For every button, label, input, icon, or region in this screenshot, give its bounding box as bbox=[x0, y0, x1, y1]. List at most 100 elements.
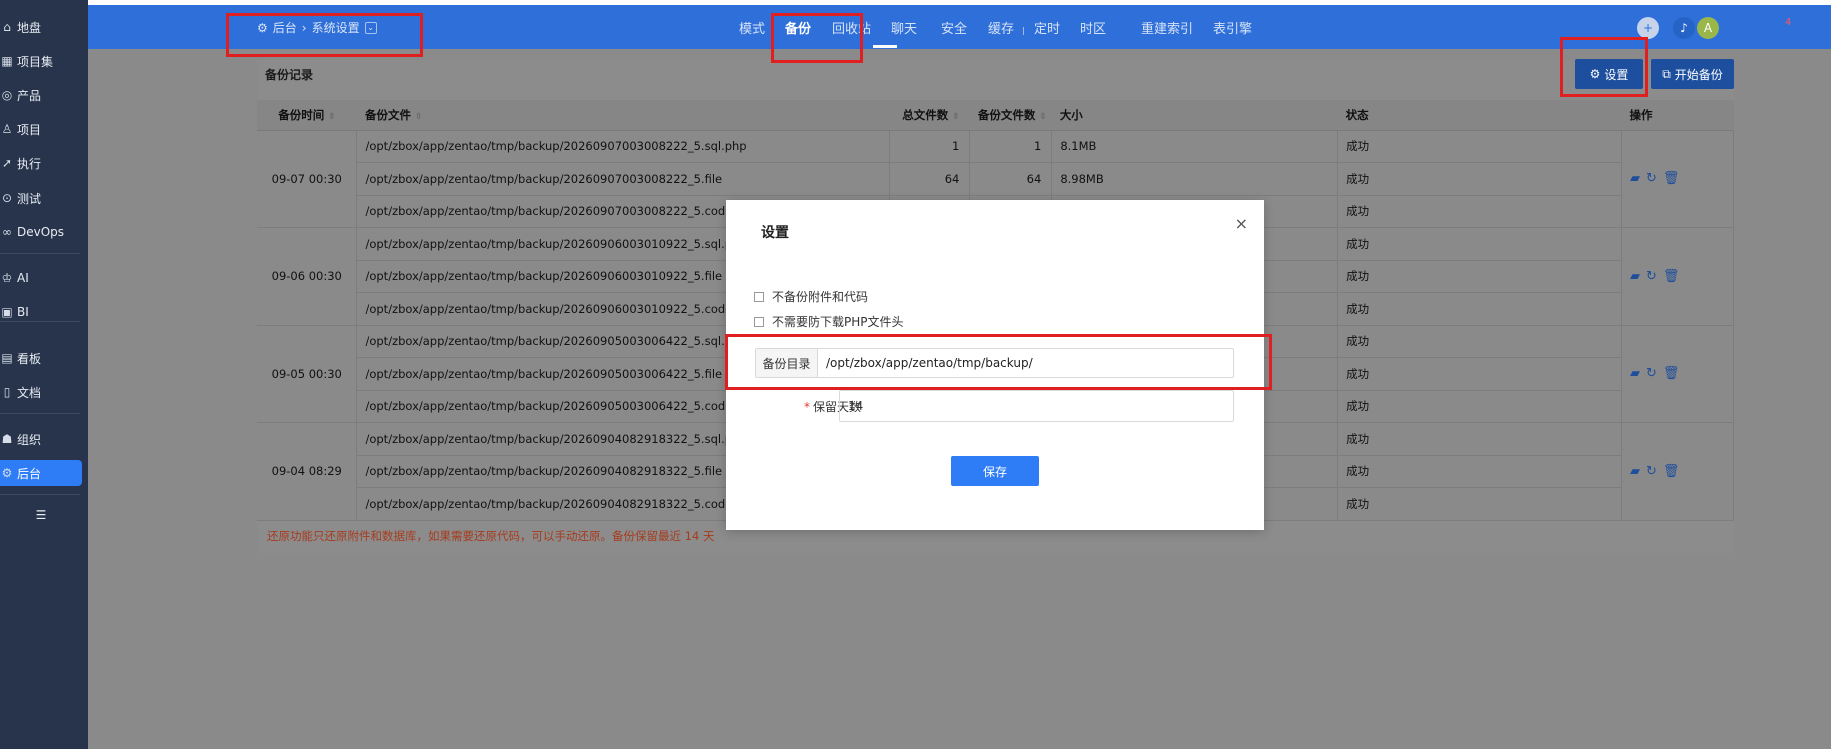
trash-icon[interactable]: 🗑 bbox=[1663, 464, 1680, 479]
sidebar-item-7[interactable]: ♔ AI bbox=[0, 265, 82, 291]
checkbox-label: 不需要防下载PHP文件头 bbox=[772, 315, 904, 329]
nav-divider bbox=[1023, 27, 1024, 35]
tab-5[interactable]: 缓存 bbox=[988, 18, 1014, 37]
restore-folder-icon[interactable]: ▰ bbox=[1630, 171, 1640, 186]
retention-days-input[interactable]: 14 bbox=[839, 390, 1234, 422]
modal-title: 设置 bbox=[761, 225, 789, 241]
copy-icon: ⧉ bbox=[1662, 66, 1671, 81]
kanban-icon: ▤ bbox=[1, 351, 13, 365]
close-icon[interactable]: × bbox=[1235, 214, 1248, 233]
ai-icon: ♔ bbox=[1, 271, 13, 285]
doc-icon: ▯ bbox=[3, 385, 11, 399]
sidebar-item-6[interactable]: ∞ DevOps bbox=[0, 219, 82, 245]
grid-icon: ▦ bbox=[1, 54, 13, 68]
tab-9[interactable]: 表引擎 bbox=[1213, 18, 1252, 37]
status-cell: 成功 bbox=[1337, 422, 1622, 456]
actions-cell: ▰ ↻ 🗑 bbox=[1621, 325, 1735, 423]
col-header-actions: 操作 bbox=[1621, 100, 1734, 131]
checkbox-no-php-header[interactable]: 不需要防下载PHP文件头 bbox=[754, 313, 904, 330]
sidebar-item-label: 地盘 bbox=[17, 20, 42, 35]
sidebar-item-label: 看板 bbox=[17, 351, 42, 366]
checkbox-skip-attachments[interactable]: 不备份附件和代码 bbox=[754, 288, 868, 305]
sidebar-item-0[interactable]: ⌂ 地盘 bbox=[0, 14, 82, 40]
tab-0[interactable]: 模式 bbox=[739, 18, 765, 37]
tab-7[interactable]: 时区 bbox=[1080, 18, 1106, 37]
trash-icon[interactable]: 🗑 bbox=[1663, 171, 1680, 186]
collapse-sidebar-icon[interactable]: ☰ bbox=[0, 502, 82, 528]
total-cell: 64 bbox=[889, 162, 971, 196]
sidebar-item-label: 测试 bbox=[17, 191, 42, 206]
status-cell: 成功 bbox=[1337, 292, 1622, 326]
checkbox[interactable] bbox=[754, 316, 764, 327]
sidebar-item-1[interactable]: ▦ 项目集 bbox=[0, 48, 82, 74]
restore-folder-icon[interactable]: ▰ bbox=[1630, 464, 1640, 479]
restore-folder-icon[interactable]: ▰ bbox=[1630, 366, 1640, 381]
col-header-size: 大小 bbox=[1051, 100, 1338, 131]
table-row: /opt/zbox/app/zentao/tmp/backup/20260907… bbox=[257, 162, 1734, 196]
file-cell: /opt/zbox/app/zentao/tmp/backup/20260907… bbox=[356, 130, 891, 163]
annotation-box-breadcrumb bbox=[226, 13, 423, 57]
status-cell: 成功 bbox=[1337, 487, 1622, 521]
sidebar: ⌂ 地盘 ▦ 项目集 ◎ 产品 ♙ 项目 ➚ 执行 ⊙ 测试 ∞ DevOps ♔ AI ▣ BI ▤ 看板 ▯ 文档 ☗ 组… bbox=[0, 0, 88, 749]
tab-8[interactable]: 重建索引 bbox=[1141, 18, 1193, 37]
size-cell: 8.1MB bbox=[1051, 130, 1339, 163]
sidebar-item-10[interactable]: ▯ 文档 bbox=[0, 379, 82, 405]
actions-cell: ▰ ↻ 🗑 bbox=[1621, 227, 1735, 326]
backup-time-cell: 09-05 00:30 bbox=[257, 325, 358, 423]
annotation-box-backup-tab bbox=[771, 13, 863, 63]
restore-folder-icon[interactable]: ▰ bbox=[1630, 269, 1640, 284]
status-cell: 成功 bbox=[1337, 195, 1622, 228]
annotation-box-backup-dir bbox=[725, 334, 1272, 390]
sidebar-item-label: 产品 bbox=[17, 88, 42, 103]
sidebar-item-3[interactable]: ♙ 项目 bbox=[0, 116, 82, 142]
sidebar-divider bbox=[0, 413, 80, 414]
sidebar-item-2[interactable]: ◎ 产品 bbox=[0, 82, 82, 108]
start-backup-button-label: 开始备份 bbox=[1674, 67, 1723, 82]
add-icon[interactable]: + bbox=[1637, 17, 1659, 39]
tab-6[interactable]: 定时 bbox=[1034, 18, 1060, 37]
required-marker: * bbox=[803, 400, 810, 414]
status-cell: 成功 bbox=[1337, 260, 1622, 293]
backup-time-cell: 09-04 08:29 bbox=[257, 422, 358, 521]
active-tab-indicator bbox=[873, 45, 897, 48]
tab-3[interactable]: 聊天 bbox=[891, 18, 917, 37]
refresh-icon[interactable]: ↻ bbox=[1646, 269, 1657, 284]
checkbox[interactable] bbox=[754, 291, 764, 302]
sidebar-item-5[interactable]: ⊙ 测试 bbox=[0, 185, 82, 211]
run-icon: ➚ bbox=[1, 156, 13, 170]
sidebar-item-label: 组织 bbox=[17, 432, 42, 447]
col-header-count[interactable]: 备份文件数 ⇳ bbox=[969, 100, 1052, 131]
trash-icon[interactable]: 🗑 bbox=[1663, 269, 1680, 284]
size-cell: 8.98MB bbox=[1051, 162, 1339, 196]
sidebar-item-11[interactable]: ☗ 组织 bbox=[0, 426, 82, 452]
tab-4[interactable]: 安全 bbox=[941, 18, 967, 37]
status-cell: 成功 bbox=[1337, 390, 1622, 423]
col-header-file[interactable]: 备份文件 ⇳ bbox=[356, 100, 890, 131]
sidebar-item-label: 项目 bbox=[17, 122, 42, 137]
infinity-icon: ∞ bbox=[2, 225, 12, 239]
file-cell: /opt/zbox/app/zentao/tmp/backup/20260907… bbox=[356, 162, 891, 196]
col-header-time[interactable]: 备份时间 ⇳ bbox=[257, 100, 357, 131]
sidebar-item-9[interactable]: ▤ 看板 bbox=[0, 345, 82, 371]
gear-icon: ⚙ bbox=[1, 466, 13, 480]
sidebar-item-12[interactable]: ⚙ 后台 bbox=[0, 460, 82, 486]
refresh-icon[interactable]: ↻ bbox=[1646, 464, 1657, 479]
sort-icon: ⇳ bbox=[952, 111, 960, 122]
sidebar-item-label: 执行 bbox=[17, 156, 42, 171]
status-cell: 成功 bbox=[1337, 130, 1622, 163]
avatar[interactable]: A bbox=[1697, 17, 1719, 39]
panel-title: 备份记录 bbox=[265, 68, 314, 82]
save-button[interactable]: 保存 bbox=[951, 456, 1039, 486]
sidebar-item-label: 项目集 bbox=[17, 54, 54, 69]
search-icon: ⊙ bbox=[1, 191, 13, 205]
start-backup-button[interactable]: ⧉ 开始备份 bbox=[1651, 59, 1734, 89]
actions-cell: ▰ ↻ 🗑 bbox=[1621, 130, 1735, 228]
refresh-icon[interactable]: ↻ bbox=[1646, 171, 1657, 186]
status-cell: 成功 bbox=[1337, 455, 1622, 488]
sidebar-item-4[interactable]: ➚ 执行 bbox=[0, 150, 82, 176]
bell-icon[interactable]: ♪ bbox=[1673, 17, 1695, 39]
col-header-total[interactable]: 总文件数 ⇳ bbox=[889, 100, 970, 131]
refresh-icon[interactable]: ↻ bbox=[1646, 366, 1657, 381]
trash-icon[interactable]: 🗑 bbox=[1663, 366, 1680, 381]
sort-icon: ⇳ bbox=[328, 111, 336, 122]
